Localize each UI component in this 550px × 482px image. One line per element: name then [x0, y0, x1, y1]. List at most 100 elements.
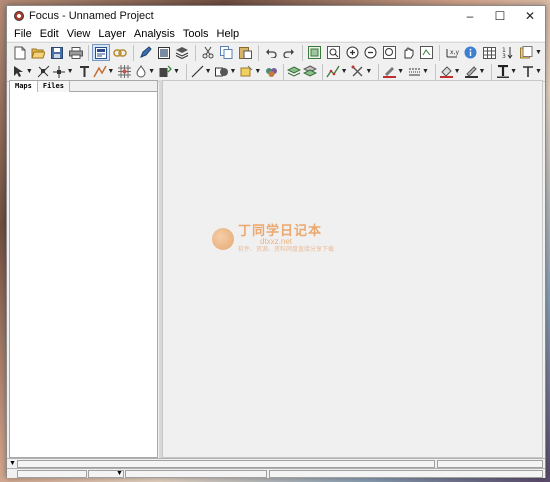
tab-maps[interactable]: Maps: [10, 81, 38, 92]
status-progress-field: [269, 470, 543, 478]
open-folder-icon[interactable]: [30, 44, 48, 61]
full-extent-icon[interactable]: [306, 44, 324, 61]
toolbar-separator: [257, 44, 259, 61]
watermark-title: 丁同学日记本: [238, 223, 323, 238]
maximize-button[interactable]: ☐: [485, 6, 515, 26]
line-pattern-icon[interactable]: [407, 63, 422, 80]
zoom-window-icon[interactable]: [325, 44, 343, 61]
pen-color-icon[interactable]: [382, 63, 397, 80]
watermark-text: 丁同学日记本 dtxxz.net 软件、资源、资料网盘直接分享下载: [238, 224, 334, 254]
text-tool-icon[interactable]: [77, 63, 92, 80]
select-arrow-icon[interactable]: [11, 63, 26, 80]
symbol-icon[interactable]: [264, 63, 279, 80]
drawing-toolbar: ▼ ▼ ▼ ▼ ▼ ▼ ▼ ▼ ▼ ▼ ▼ ▼ ▼ ▼ ▼ ▼: [7, 62, 545, 82]
toolbar-separator: [195, 44, 197, 61]
chevron-down-icon[interactable]: ▼: [535, 49, 542, 56]
svg-text:x,y: x,y: [450, 49, 459, 56]
status-units-dropdown-icon[interactable]: ▼: [116, 469, 123, 478]
toolbar-separator: [321, 63, 323, 80]
toolbar-separator: [132, 44, 134, 61]
pan-hand-icon[interactable]: [399, 44, 417, 61]
attribute-table-icon[interactable]: [480, 44, 498, 61]
zoom-in-icon[interactable]: [343, 44, 361, 61]
chevron-down-icon[interactable]: ▼: [454, 68, 461, 75]
focus-app-icon: [14, 11, 24, 21]
chevron-down-icon[interactable]: ▼: [365, 68, 372, 75]
chevron-down-icon[interactable]: ▼: [341, 68, 348, 75]
print-icon[interactable]: [67, 44, 85, 61]
minimize-button[interactable]: –: [455, 6, 485, 26]
sort-icon[interactable]: 13: [499, 44, 517, 61]
chevron-down-icon[interactable]: ▼: [422, 68, 429, 75]
menu-file[interactable]: File: [10, 28, 36, 40]
raster-tool-icon[interactable]: [158, 63, 173, 80]
zoom-previous-icon[interactable]: [380, 44, 398, 61]
font-bold-icon[interactable]: [495, 63, 510, 80]
info-icon[interactable]: [462, 44, 480, 61]
node-edit-icon[interactable]: [36, 63, 51, 80]
paste-icon[interactable]: [236, 44, 254, 61]
layers-icon[interactable]: [174, 44, 192, 61]
menu-help[interactable]: Help: [213, 28, 244, 40]
move-icon[interactable]: [52, 63, 67, 80]
chevron-down-icon[interactable]: ▼: [254, 68, 261, 75]
chevron-down-icon[interactable]: ▼: [535, 68, 542, 75]
chevron-down-icon[interactable]: ▼: [173, 68, 180, 75]
menu-edit[interactable]: Edit: [36, 28, 63, 40]
outline-color-icon[interactable]: [464, 63, 479, 80]
new-file-icon[interactable]: [11, 44, 29, 61]
chevron-down-icon[interactable]: ▼: [478, 68, 485, 75]
chevron-down-icon[interactable]: ▼: [510, 68, 517, 75]
menu-bar: File Edit View Layer Analysis Tools Help: [7, 26, 545, 41]
window-controls: – ☐ ✕: [455, 6, 545, 26]
toolbar-separator: [378, 63, 380, 80]
watermark-url: dtxxz.net: [260, 237, 293, 246]
fill-color-icon[interactable]: [133, 63, 148, 80]
zoom-out-icon[interactable]: [362, 44, 380, 61]
toolbar-separator: [283, 63, 285, 80]
draw-line-icon[interactable]: [93, 63, 108, 80]
link-icon[interactable]: [111, 44, 129, 61]
copy-icon[interactable]: [218, 44, 236, 61]
cut-icon[interactable]: [199, 44, 217, 61]
digitize-icon[interactable]: [326, 63, 341, 80]
save-icon[interactable]: [48, 44, 66, 61]
table-window-icon[interactable]: [155, 44, 173, 61]
status-dropdown-icon[interactable]: ▼: [9, 459, 16, 468]
toolbar-separator: [439, 44, 441, 61]
font-style-icon[interactable]: [520, 63, 535, 80]
bookmark-icon[interactable]: [517, 44, 535, 61]
layer-stack-icon[interactable]: [303, 63, 318, 80]
xy-coordinates-icon[interactable]: x,y: [443, 44, 461, 61]
close-button[interactable]: ✕: [515, 6, 545, 26]
line-style-icon[interactable]: [190, 63, 205, 80]
layer-add-icon[interactable]: [287, 63, 302, 80]
menu-view[interactable]: View: [63, 28, 95, 40]
panel-tabs: Maps Files: [10, 81, 157, 92]
undo-icon[interactable]: [262, 44, 280, 61]
chevron-down-icon[interactable]: ▼: [107, 68, 114, 75]
toolbar-separator: [434, 63, 436, 80]
label-color-icon[interactable]: [239, 63, 254, 80]
tab-files[interactable]: Files: [37, 81, 70, 92]
chevron-down-icon[interactable]: ▼: [397, 68, 404, 75]
shape-fill-icon[interactable]: [215, 63, 230, 80]
chevron-down-icon[interactable]: ▼: [67, 68, 74, 75]
chevron-down-icon[interactable]: ▼: [230, 68, 237, 75]
refresh-map-icon[interactable]: [418, 44, 436, 61]
menu-tools[interactable]: Tools: [179, 28, 213, 40]
chevron-down-icon[interactable]: ▼: [205, 68, 212, 75]
grid-points-icon[interactable]: [117, 63, 132, 80]
edit-layer-icon[interactable]: [136, 44, 154, 61]
map-workspace[interactable]: [162, 80, 543, 458]
tools-cross-icon[interactable]: [351, 63, 366, 80]
fill-bucket-icon[interactable]: [439, 63, 454, 80]
menu-analysis[interactable]: Analysis: [130, 28, 179, 40]
redo-icon[interactable]: [281, 44, 299, 61]
chevron-down-icon[interactable]: ▼: [148, 68, 155, 75]
map-view-icon[interactable]: [92, 44, 110, 61]
menu-layer[interactable]: Layer: [94, 28, 130, 40]
title-bar: Focus - Unnamed Project – ☐ ✕: [7, 6, 545, 26]
svg-text:3: 3: [502, 53, 506, 59]
chevron-down-icon[interactable]: ▼: [26, 68, 33, 75]
